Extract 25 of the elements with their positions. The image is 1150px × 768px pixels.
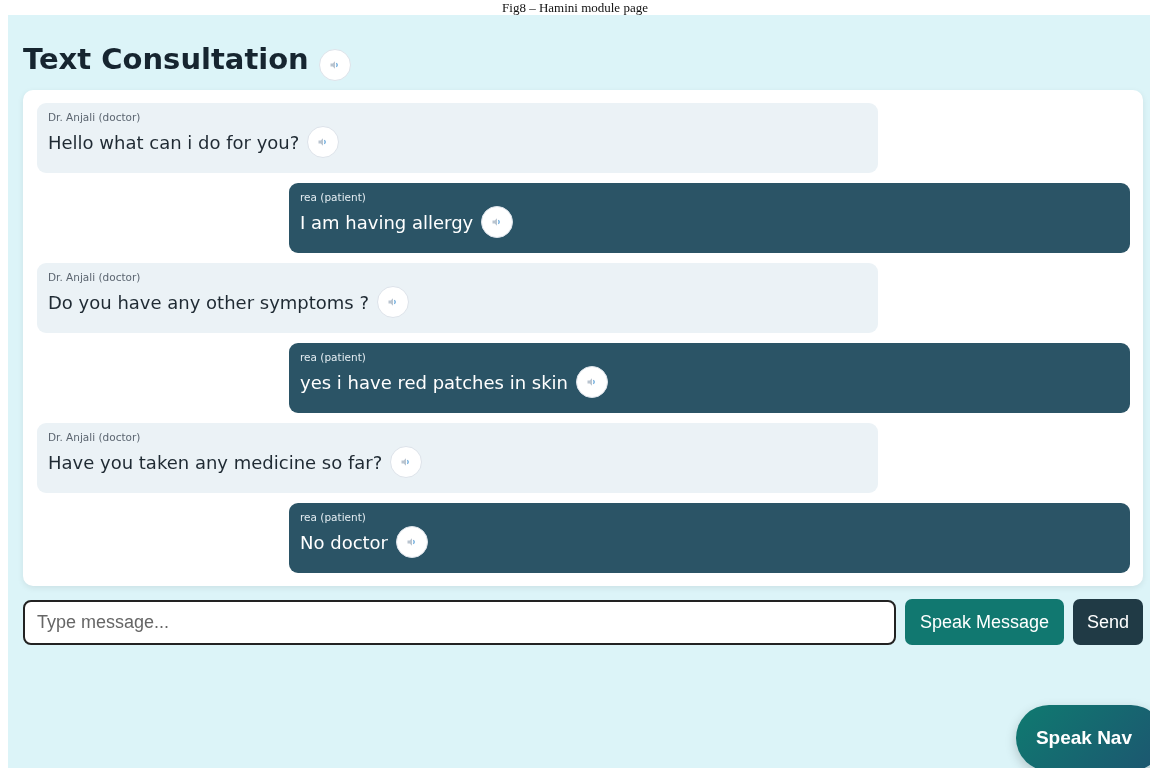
message-text: Do you have any other symptoms ? xyxy=(48,291,369,313)
speaker-icon xyxy=(328,59,341,71)
speak-message-button[interactable]: Speak Message xyxy=(904,599,1064,645)
speaker-icon xyxy=(406,536,418,548)
send-button[interactable]: Send xyxy=(1072,599,1143,645)
message-text: No doctor xyxy=(300,531,388,553)
page-title: Text Consultation xyxy=(23,41,309,77)
figure-caption: Fig8 – Hamini module page xyxy=(502,1,648,15)
speaker-button[interactable] xyxy=(576,366,608,398)
message-input[interactable]: Type message... xyxy=(23,599,896,645)
sender-label: rea (patient) xyxy=(300,511,367,523)
speaker-button[interactable] xyxy=(481,206,514,238)
sender-label: rea (patient) xyxy=(300,191,367,203)
speaker-icon xyxy=(586,376,598,388)
speak-nav-button[interactable]: Speak Nav xyxy=(1015,705,1150,768)
speaker-button[interactable] xyxy=(396,526,428,558)
sender-label: Dr. Anjali (doctor) xyxy=(48,111,142,123)
message-text: Hello what can i do for you? xyxy=(48,131,300,153)
sender-label: rea (patient) xyxy=(300,351,367,363)
speaker-icon xyxy=(387,296,399,308)
message-text: Have you taken any medicine so far? xyxy=(48,451,383,473)
sender-label: Dr. Anjali (doctor) xyxy=(48,431,142,443)
message-text: I am having allergy xyxy=(300,211,474,233)
message-text: yes i have red patches in skin xyxy=(300,371,568,393)
sender-label: Dr. Anjali (doctor) xyxy=(48,271,142,283)
